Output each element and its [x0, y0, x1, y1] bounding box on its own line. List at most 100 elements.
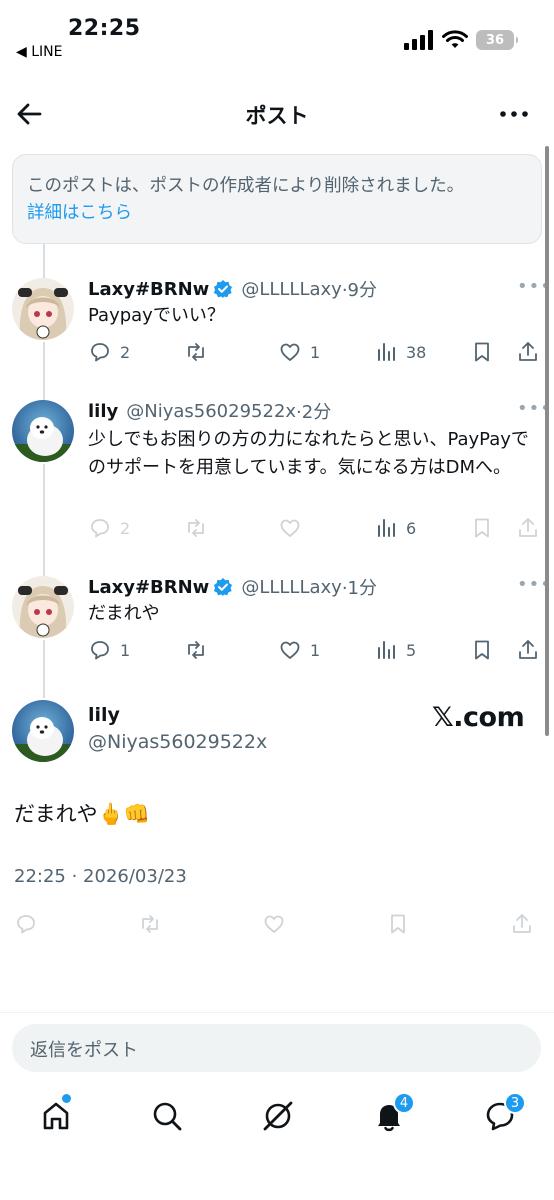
deleted-notice-text: このポストは、ポストの作成者により削除されました。 — [27, 176, 465, 196]
battery-level: 36 — [485, 32, 505, 48]
share-icon — [519, 518, 537, 537]
like-button[interactable]: 1 — [278, 340, 320, 364]
views-button[interactable]: 6 — [374, 516, 416, 540]
avatar-laxy[interactable] — [12, 278, 74, 340]
retweet-button[interactable] — [184, 638, 208, 662]
author-name[interactable]: lily — [88, 401, 118, 422]
retweet-icon — [142, 915, 158, 933]
reply-button[interactable] — [14, 912, 38, 936]
bookmark-icon — [475, 518, 489, 538]
tab-home[interactable] — [34, 1094, 78, 1138]
reply-button[interactable]: 2 — [88, 340, 130, 364]
reply-input[interactable]: 返信をポスト — [12, 1024, 541, 1072]
comment-count: 2 — [120, 342, 131, 362]
share-button[interactable] — [516, 340, 540, 364]
heart-icon — [280, 343, 300, 361]
bookmark-icon — [475, 640, 489, 660]
share-icon — [513, 914, 531, 933]
share-button[interactable] — [510, 912, 534, 936]
retweet-button[interactable] — [138, 912, 162, 936]
tweet-text: 少しでもお困りの方の力になれたらと思い、PayPayでのサポートを用意しています… — [88, 429, 529, 478]
author-name[interactable]: Laxy#BRNw — [88, 279, 209, 300]
share-icon — [519, 640, 537, 659]
main-author-handle[interactable]: @Niyas56029522x — [88, 731, 267, 753]
tab-search[interactable] — [145, 1094, 189, 1138]
share-icon — [519, 342, 537, 361]
more-options-icon[interactable] — [498, 100, 530, 128]
bookmark-icon — [475, 342, 489, 362]
divider — [0, 1012, 554, 1013]
status-icons: 36 — [404, 30, 518, 50]
main-author-name[interactable]: lily — [88, 704, 120, 726]
tweet-text: Paypayでいい？ — [88, 305, 225, 326]
retweet-icon — [188, 519, 204, 537]
search-icon — [153, 1102, 182, 1131]
share-button[interactable] — [516, 516, 540, 540]
reply-tweet[interactable]: Laxy#BRNw @LLLLLaxy ·9分 ••• Paypayでいい？ 2… — [0, 270, 554, 380]
bookmark-button[interactable] — [470, 340, 494, 364]
bookmark-button[interactable] — [386, 912, 410, 936]
retweet-button[interactable] — [184, 340, 208, 364]
retweet-icon — [188, 641, 204, 659]
tweet-header: Laxy#BRNw @LLLLLaxy ·1分 — [88, 574, 377, 600]
avatar-lily[interactable] — [12, 700, 74, 762]
main-post-timestamp: 22:25 · 2026/03/23 — [14, 866, 187, 887]
comment-count: 2 — [120, 518, 131, 538]
tab-notifications[interactable]: 4 — [367, 1092, 415, 1138]
post-time: ·1分 — [341, 578, 377, 599]
reply-tweet[interactable]: Laxy#BRNw @LLLLLaxy ·1分 ••• だまれや 1 1 5 — [0, 568, 554, 678]
views-count: 38 — [406, 342, 427, 362]
heart-icon — [280, 641, 300, 659]
author-handle[interactable]: @LLLLLaxy — [241, 577, 341, 598]
verified-badge-icon — [214, 280, 233, 298]
reply-tweet[interactable]: lily @Niyas56029522x ·2分 ••• 少しでもお困りの方の力… — [0, 392, 554, 552]
author-name[interactable]: Laxy#BRNw — [88, 577, 209, 598]
author-handle[interactable]: @LLLLLaxy — [241, 279, 341, 300]
wifi-icon — [442, 30, 468, 48]
x-watermark: 𝕏.com — [432, 702, 525, 733]
tweet-text: だまれや — [88, 603, 160, 624]
reply-button[interactable]: 1 — [88, 638, 130, 662]
post-time: ·9分 — [341, 280, 377, 301]
tweet-header: Laxy#BRNw @LLLLLaxy ·9分 — [88, 276, 377, 302]
status-time: 22:25 — [68, 16, 141, 41]
views-button[interactable]: 38 — [374, 340, 426, 364]
cellular-signal-icon — [404, 30, 433, 50]
avatar-lily[interactable] — [12, 400, 74, 462]
like-count: 1 — [310, 640, 321, 660]
share-button[interactable] — [516, 638, 540, 662]
bookmark-button[interactable] — [470, 516, 494, 540]
retweet-icon — [188, 343, 204, 361]
like-button[interactable] — [262, 912, 286, 936]
views-chart-icon — [378, 641, 395, 659]
tab-grok[interactable] — [256, 1094, 300, 1138]
comment-icon — [91, 519, 109, 538]
back-to-app-link[interactable]: ◀ LINE — [16, 44, 62, 60]
author-handle[interactable]: @Niyas56029522x — [126, 401, 296, 422]
avatar-laxy[interactable] — [12, 576, 74, 638]
grok-icon — [263, 1101, 293, 1131]
page-title: ポスト — [245, 104, 309, 128]
comment-icon — [17, 915, 35, 934]
tab-messages[interactable]: 3 — [478, 1092, 526, 1138]
views-count: 5 — [406, 640, 417, 660]
learn-more-link[interactable]: 詳細はこちら — [27, 200, 527, 227]
comment-icon — [91, 343, 109, 362]
like-count: 1 — [310, 342, 321, 362]
scrollbar[interactable] — [545, 146, 549, 736]
deleted-post-notice: このポストは、ポストの作成者により削除されました。 詳細はこちら — [12, 154, 542, 244]
post-time: ·2分 — [296, 402, 332, 423]
comment-icon — [91, 641, 109, 660]
like-button[interactable] — [278, 516, 302, 540]
heart-icon — [264, 915, 284, 933]
main-post-text: だまれや🖕👊 — [14, 802, 150, 826]
reply-button[interactable]: 2 — [88, 516, 130, 540]
notifications-badge: 4 — [393, 1092, 415, 1114]
home-icon — [43, 1102, 69, 1130]
home-notification-dot — [62, 1094, 71, 1103]
messages-badge: 3 — [504, 1092, 526, 1114]
like-button[interactable]: 1 — [278, 638, 320, 662]
views-button[interactable]: 5 — [374, 638, 416, 662]
bookmark-button[interactable] — [470, 638, 494, 662]
retweet-button[interactable] — [184, 516, 208, 540]
